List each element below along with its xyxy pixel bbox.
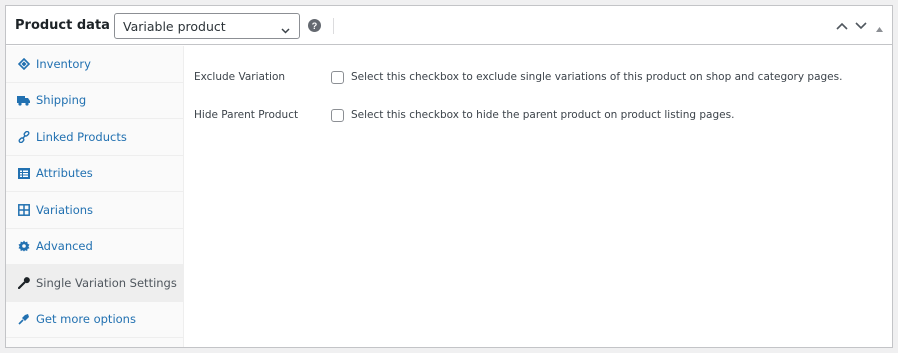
option-label: Exclude Variation [194,71,286,83]
hide-parent-product-checkbox[interactable] [331,108,344,122]
gear-icon [17,240,30,252]
option-label: Hide Parent Product [194,109,299,121]
option-description: Select this checkbox to exclude single v… [351,71,843,83]
tab-label: Attributes [36,166,93,181]
tab-label: Linked Products [36,129,127,144]
tab-linked-products[interactable]: Linked Products [6,119,183,156]
tab-label: Inventory [36,56,91,71]
panel-title: Product data — [15,17,128,33]
tab-variations[interactable]: Variations [6,192,183,229]
tab-attributes[interactable]: Attributes [6,156,183,192]
tab-get-more-options[interactable]: Get more options [6,302,183,338]
option-exclude-variation: Exclude Variation Select this checkbox t… [184,66,892,88]
exclude-variation-checkbox[interactable] [331,70,344,84]
list-icon [17,167,30,179]
tab-label: Variations [36,202,94,217]
move-up-icon[interactable] [836,18,848,33]
help-icon[interactable]: ? [308,19,321,32]
tab-shipping[interactable]: Shipping [6,83,183,119]
header-divider [333,18,334,34]
tab-inventory[interactable]: Inventory [6,46,183,83]
panel-header: Product data — Variable product ? [6,6,892,45]
tab-label: Advanced [36,239,93,254]
tab-label: Shipping [36,93,87,108]
chevron-down-icon [281,22,290,37]
options-panel: Exclude Variation Select this checkbox t… [184,46,892,347]
product-data-panel: Product data — Variable product ? Invent… [5,5,893,348]
plugin-icon [17,313,30,325]
tab-advanced[interactable]: Advanced [6,229,183,265]
move-down-icon[interactable] [855,18,867,33]
tab-label: Get more options [36,312,136,327]
option-description: Select this checkbox to hide the parent … [351,109,735,121]
product-type-value: Variable product [123,18,226,34]
truck-icon [17,94,30,106]
product-type-select[interactable]: Variable product [114,13,300,39]
option-hide-parent-product: Hide Parent Product Select this checkbox… [184,104,892,126]
collapse-toggle-icon[interactable] [876,20,883,35]
grid-icon [17,203,30,216]
product-data-tabs: Inventory Shipping Linked Products Attri… [6,46,184,347]
link-icon [17,130,30,143]
tab-label: Single Variation Settings [36,275,177,290]
tab-single-variation-settings[interactable]: Single Variation Settings [6,265,183,302]
inventory-icon [17,57,30,70]
wrench-icon [17,276,30,289]
